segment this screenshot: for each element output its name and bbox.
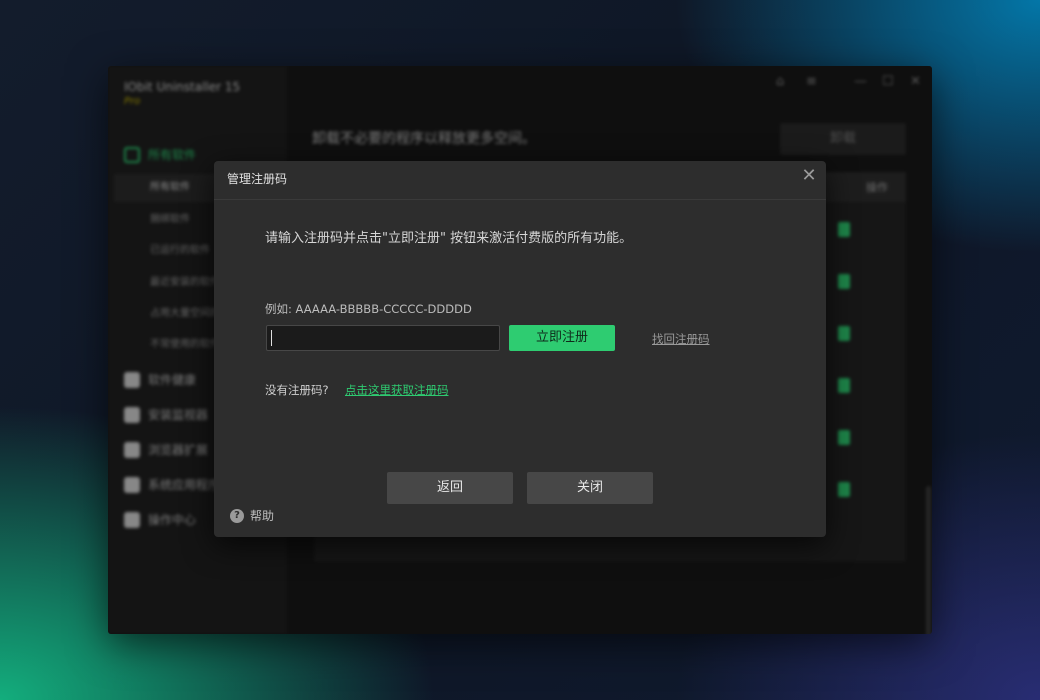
divider <box>214 199 826 200</box>
manage-license-dialog: 管理注册码 ✕ 请输入注册码并点击"立即注册" 按钮来激活付费版的所有功能。 例… <box>214 161 826 537</box>
get-code-link[interactable]: 点击这里获取注册码 <box>345 382 449 398</box>
close-icon[interactable]: ✕ <box>798 165 820 187</box>
help-icon: ? <box>230 508 244 523</box>
help-link[interactable]: ? 帮助 <box>230 507 274 524</box>
no-code-text: 没有注册码? <box>265 383 329 397</box>
register-now-button[interactable]: 立即注册 <box>509 325 615 351</box>
text-caret <box>271 330 272 346</box>
license-code-input[interactable] <box>266 325 500 351</box>
dialog-title: 管理注册码 <box>227 172 288 186</box>
close-button[interactable]: 关闭 <box>527 472 653 504</box>
help-label: 帮助 <box>250 509 275 523</box>
example-code-text: 例如: AAAAA-BBBBB-CCCCC-DDDDD <box>265 302 472 316</box>
recover-code-link[interactable]: 找回注册码 <box>652 331 710 347</box>
instruction-text: 请输入注册码并点击"立即注册" 按钮来激活付费版的所有功能。 <box>265 231 633 246</box>
back-button[interactable]: 返回 <box>387 472 513 504</box>
